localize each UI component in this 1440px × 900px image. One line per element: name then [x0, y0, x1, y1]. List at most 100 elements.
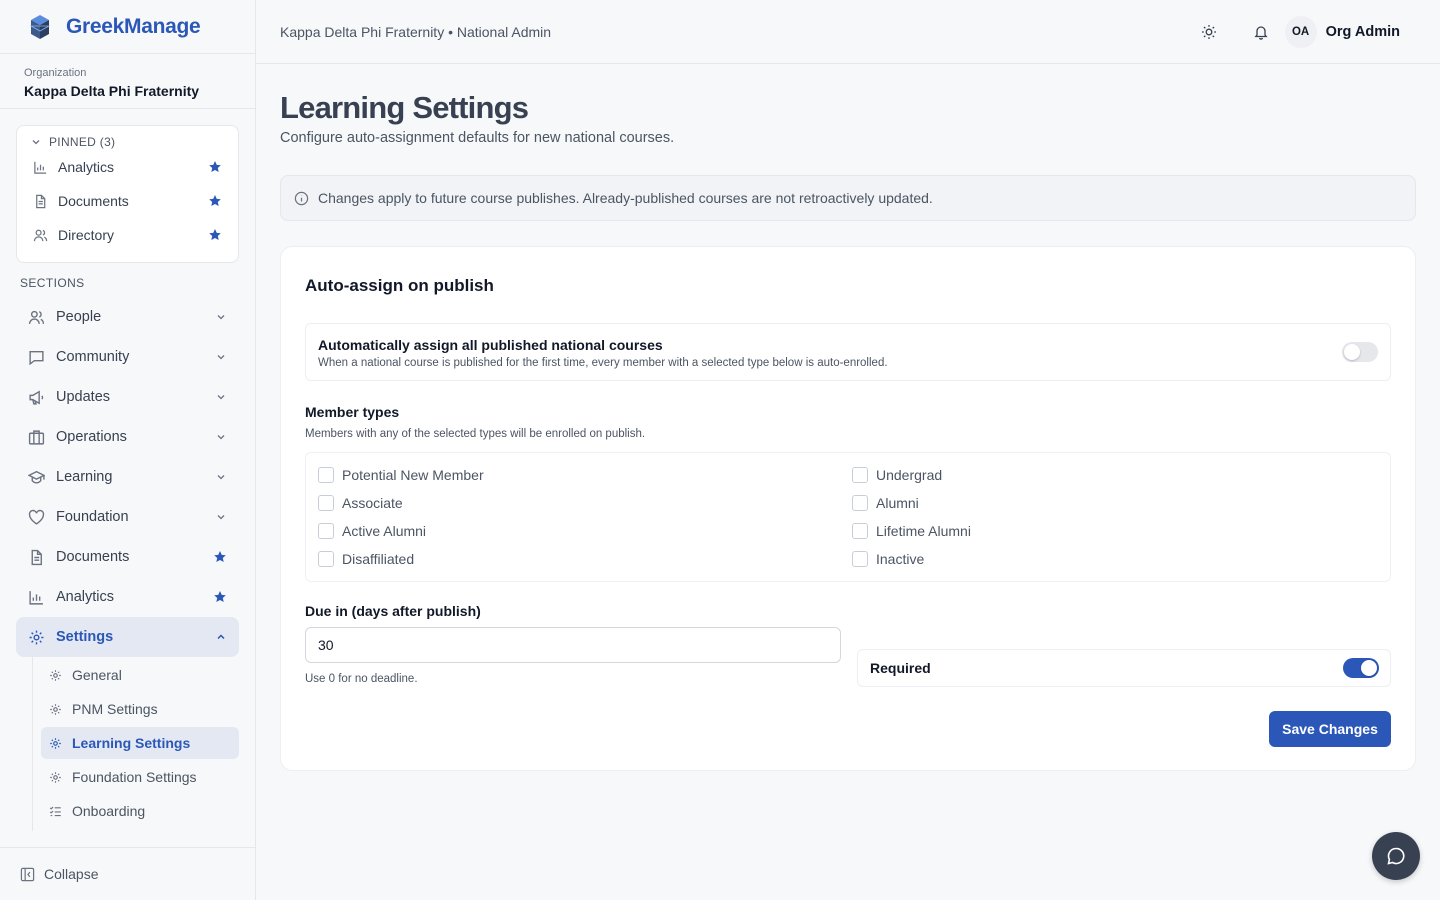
checkbox-associate[interactable]: Associate [318, 495, 403, 511]
checkbox-label: Disaffiliated [342, 551, 415, 567]
brand[interactable]: GreekManage [0, 0, 255, 54]
subnav-item-label: Learning Settings [72, 735, 191, 751]
star-icon[interactable] [208, 194, 222, 208]
checkbox-undergrad[interactable]: Undergrad [852, 467, 942, 483]
nav-item-label: Documents [56, 549, 130, 565]
gear-icon [50, 669, 61, 681]
nav-item-label: Operations [56, 429, 127, 445]
info-icon [294, 191, 309, 205]
checkbox-box[interactable] [852, 467, 868, 483]
pinned-toggle[interactable]: PINNED (3) [17, 134, 238, 150]
breadcrumb: Kappa Delta Phi Fraternity • National Ad… [280, 23, 552, 40]
star-icon[interactable] [213, 590, 227, 604]
pinned-item-label: Analytics [58, 159, 115, 175]
star-icon[interactable] [208, 228, 222, 242]
checkbox-label: Alumni [876, 495, 919, 511]
nav-item-foundation[interactable]: Foundation [16, 497, 239, 537]
checkbox-box[interactable] [318, 495, 334, 511]
checkbox-box[interactable] [318, 551, 334, 567]
org-label: Organization [24, 67, 87, 79]
nav-item-settings[interactable]: Settings [16, 617, 239, 657]
gear-icon [29, 630, 44, 644]
notice-text: Changes apply to future course publishes… [318, 190, 933, 206]
subnav-item-onboarding[interactable]: Onboarding [41, 795, 239, 827]
checkbox-box[interactable] [318, 523, 334, 539]
checkbox-alumni[interactable]: Alumni [852, 495, 919, 511]
due-days-hint: Use 0 for no deadline. [305, 673, 418, 685]
sidebar: GreekManage Organization Kappa Delta Phi… [0, 0, 256, 900]
checkbox-disaffiliated[interactable]: Disaffiliated [318, 551, 414, 567]
auto-assign-description: When a national course is published for … [318, 357, 888, 369]
collapse-button[interactable]: Collapse [0, 847, 256, 900]
graduation-cap-icon [28, 470, 45, 484]
member-types-title: Member types [305, 404, 400, 420]
star-icon[interactable] [208, 160, 222, 174]
subnav-item-label: General [72, 667, 122, 683]
bar-chart-icon [29, 590, 43, 605]
message-icon [29, 350, 44, 365]
chevron-down-icon [217, 355, 225, 360]
nav-item-operations[interactable]: Operations [16, 417, 239, 457]
subnav-item-learning-settings[interactable]: Learning Settings [41, 727, 239, 759]
checkbox-label: Active Alumni [342, 523, 427, 539]
section-nav: People Community Updates Operations Lear… [16, 297, 239, 657]
checkbox-box[interactable] [318, 467, 334, 483]
auto-assign-toggle[interactable] [1342, 342, 1378, 362]
checkbox-label: Associate [342, 495, 403, 511]
chat-button[interactable] [1372, 832, 1420, 880]
nav-item-label: Foundation [56, 509, 129, 525]
subnav-item-pnm-settings[interactable]: PNM Settings [41, 693, 239, 725]
member-types-list: Potential New Member Undergrad Associate… [305, 452, 1391, 582]
subnav-item-label: PNM Settings [72, 701, 158, 717]
sections-label: SECTIONS [20, 276, 85, 290]
pinned-item-directory[interactable]: Directory [17, 218, 238, 252]
subnav-item-label: Foundation Settings [72, 769, 197, 785]
required-label: Required [870, 660, 931, 676]
user-name[interactable]: Org Admin [1326, 24, 1400, 40]
checkbox-potential-new-member[interactable]: Potential New Member [318, 467, 484, 483]
save-changes-button[interactable]: Save Changes [1269, 711, 1391, 747]
sidebar-collapse-icon [20, 867, 35, 881]
pinned-title: PINNED (3) [49, 135, 116, 149]
nav-item-label: Settings [56, 629, 114, 645]
bell-icon[interactable] [1253, 24, 1269, 40]
checkbox-label: Potential New Member [342, 467, 484, 483]
checkbox-box[interactable] [852, 551, 868, 567]
page-subtitle: Configure auto-assignment defaults for n… [280, 130, 675, 146]
subnav-item-label: Onboarding [72, 803, 146, 819]
bar-chart-icon [34, 161, 47, 174]
nav-item-learning[interactable]: Learning [16, 457, 239, 497]
checkbox-active-alumni[interactable]: Active Alumni [318, 523, 426, 539]
nav-item-community[interactable]: Community [16, 337, 239, 377]
subnav-item-foundation-settings[interactable]: Foundation Settings [41, 761, 239, 793]
nav-item-analytics[interactable]: Analytics [16, 577, 239, 617]
nav-item-label: Analytics [56, 589, 115, 605]
star-icon[interactable] [213, 550, 227, 564]
checkbox-label: Undergrad [876, 467, 943, 483]
pinned-item-analytics[interactable]: Analytics [17, 150, 238, 184]
pinned-item-documents[interactable]: Documents [17, 184, 238, 218]
building-icon [28, 429, 45, 445]
brand-name: GreekManage [66, 14, 201, 38]
required-toggle[interactable] [1343, 658, 1379, 678]
org-selector[interactable]: Organization Kappa Delta Phi Fraternity [0, 54, 255, 109]
nav-item-updates[interactable]: Updates [16, 377, 239, 417]
due-days-input[interactable] [305, 627, 841, 663]
checkbox-inactive[interactable]: Inactive [852, 551, 924, 567]
checkbox-box[interactable] [852, 495, 868, 511]
page-title: Learning Settings [280, 90, 529, 125]
checkbox-lifetime-alumni[interactable]: Lifetime Alumni [852, 523, 971, 539]
checkbox-box[interactable] [852, 523, 868, 539]
sun-icon[interactable] [1201, 24, 1217, 40]
nav-item-people[interactable]: People [16, 297, 239, 337]
auto-assign-title: Automatically assign all published natio… [318, 337, 663, 353]
top-bar: Kappa Delta Phi Fraternity • National Ad… [256, 0, 1440, 64]
subnav-item-general[interactable]: General [41, 659, 239, 691]
nav-item-documents[interactable]: Documents [16, 537, 239, 577]
collapse-label: Collapse [44, 866, 99, 882]
nav-item-label: People [56, 309, 102, 325]
avatar[interactable]: OA [1284, 15, 1317, 48]
chevron-down-icon [32, 140, 40, 145]
pinned-panel: PINNED (3) Analytics Documents Directory [16, 125, 239, 263]
toggle-knob [1361, 660, 1377, 676]
